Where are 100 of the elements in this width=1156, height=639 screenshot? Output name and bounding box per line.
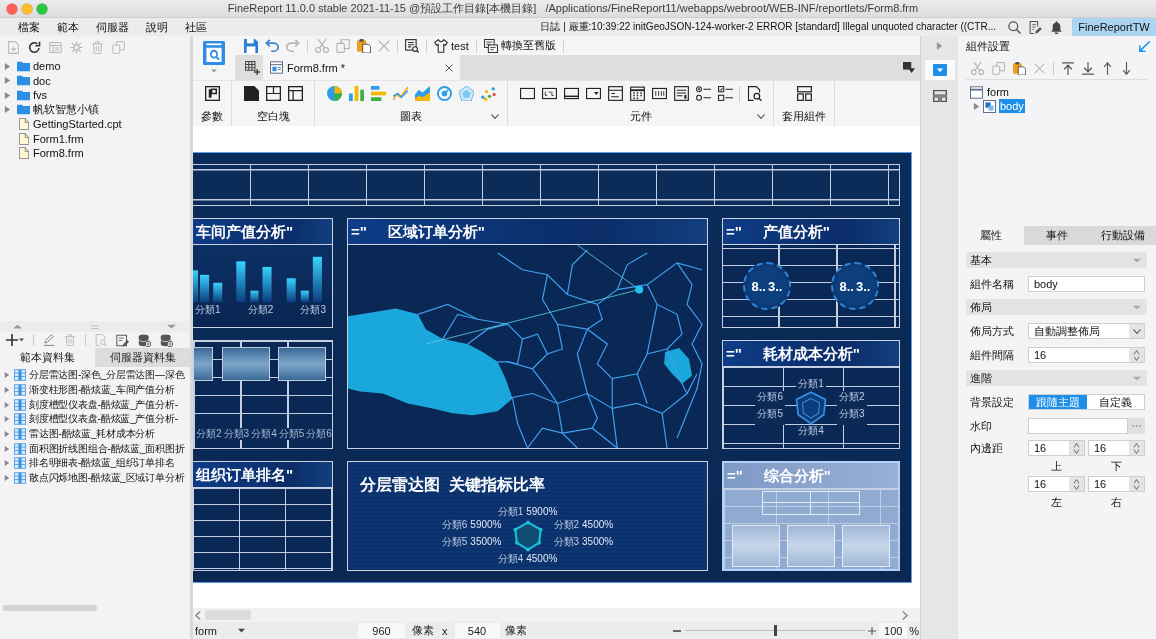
dataset-item[interactable]: 渐变柱形图-酷炫蓝_车间产值分析 (29, 383, 175, 398)
spinner-icon[interactable] (1073, 478, 1080, 490)
area-chart-icon[interactable] (414, 86, 430, 101)
calendar-icon[interactable] (629, 86, 645, 101)
caret-icon[interactable] (4, 416, 10, 423)
move-down-icon[interactable] (1121, 61, 1132, 75)
slider-thumb[interactable] (773, 625, 777, 636)
line-chart-icon[interactable] (392, 86, 408, 101)
delete-icon[interactable] (1034, 62, 1045, 74)
widget-panel[interactable]: 分层雷达图 关键指标比率 分類1 5900% 分類6 5900% 分類2 4500% 分類5 3500% 分類3 3500% 分類4 4500% (347, 461, 708, 571)
more-button[interactable] (1128, 418, 1145, 434)
tree-item[interactable]: form (986, 85, 1010, 99)
caret-icon[interactable] (4, 460, 10, 467)
notes-icon[interactable] (1029, 20, 1042, 34)
caret-icon[interactable] (4, 372, 10, 379)
grid-plus-icon[interactable] (245, 60, 260, 75)
caret-icon[interactable] (4, 106, 11, 114)
caret-icon[interactable] (491, 113, 499, 119)
close-button[interactable] (6, 2, 18, 15)
zoom-in-icon[interactable] (868, 626, 877, 635)
date-field-icon[interactable] (607, 86, 623, 101)
preview-icon[interactable] (746, 86, 762, 101)
tree-item[interactable]: doc (33, 74, 51, 87)
tab[interactable]: 行動設備 (1090, 226, 1156, 245)
pie-chart-icon[interactable] (326, 86, 342, 101)
side-tab[interactable] (924, 60, 955, 80)
dataset-item[interactable]: 面积图折线图组合-酷炫蓝_面积图折 (29, 441, 185, 456)
database-icon[interactable] (138, 333, 151, 347)
width-field[interactable]: 960 (358, 623, 405, 638)
dataset-item[interactable]: 排名明细表-酷炫蓝_组织订单排名 (29, 456, 175, 471)
spinner-icon[interactable] (1133, 442, 1140, 454)
layout-template-icon[interactable] (796, 86, 812, 101)
number-field-icon[interactable] (651, 86, 667, 101)
radar-chart-icon[interactable] (458, 86, 474, 101)
dataset-item[interactable]: 雷达图-酷炫蓝_耗材成本分析 (29, 427, 156, 442)
trash-icon[interactable] (64, 334, 76, 346)
search-icon[interactable] (1008, 20, 1021, 34)
zoom-out-icon[interactable] (673, 629, 682, 632)
caret-icon[interactable] (973, 102, 980, 110)
radio-list-icon[interactable] (695, 86, 711, 101)
height-field[interactable]: 540 (454, 623, 500, 638)
widget-panel[interactable]: =" 产值分析" 8..3.. 8..3.. (722, 218, 900, 328)
menu-item[interactable]: 社區 (185, 19, 207, 35)
tab[interactable]: 伺服器資料集 (95, 348, 190, 367)
caret-icon[interactable] (4, 401, 10, 408)
grip-icon[interactable] (90, 324, 99, 329)
number-field[interactable]: 16 (1088, 476, 1145, 492)
trash-icon[interactable] (91, 41, 104, 54)
document-tab[interactable]: Form8.frm * (263, 55, 460, 80)
caret-icon[interactable] (4, 445, 10, 452)
widget-panel[interactable]: =" 耗材成本分析" 分類1 分類6 分類2 分類5 分類3 分類4 (722, 340, 900, 449)
dropdown-icon[interactable] (903, 62, 915, 73)
caret-icon[interactable] (757, 113, 765, 119)
move-top-icon[interactable] (1062, 61, 1074, 75)
scroll-left-icon[interactable] (195, 610, 201, 620)
refresh-icon[interactable] (28, 41, 41, 54)
dataset-item[interactable]: 分层雷达图-深色_分层雷达图—深色 (29, 368, 185, 383)
block-icon[interactable] (243, 86, 259, 101)
widget-panel[interactable]: 组织订单排名" (193, 461, 333, 571)
zoom-field[interactable]: 100 (879, 623, 908, 638)
caret-icon[interactable] (4, 387, 10, 394)
menu-item[interactable]: 範本 (57, 19, 79, 35)
component-dropdown[interactable]: form (193, 624, 245, 637)
widget-panel[interactable]: 分類2 分類3 分類4 分類5 分類6 (193, 340, 333, 449)
preview-icon[interactable] (405, 38, 419, 53)
menu-item[interactable]: 說明 (146, 19, 168, 35)
caret-icon[interactable] (4, 62, 11, 70)
scrollbar-thumb[interactable] (3, 605, 97, 611)
delete-icon[interactable] (378, 39, 390, 52)
bell-icon[interactable] (1050, 20, 1063, 34)
tree-item[interactable]: demo (33, 60, 61, 73)
scroll-right-icon[interactable] (902, 610, 908, 620)
split-layout-icon[interactable] (265, 86, 281, 101)
move-bottom-icon[interactable] (1082, 61, 1094, 75)
scatter-icon[interactable] (480, 86, 496, 101)
number-field[interactable]: 16 (1028, 347, 1145, 363)
tree-item[interactable]: fvs (33, 89, 48, 102)
close-icon[interactable] (445, 63, 453, 72)
frame-layout-icon[interactable] (287, 86, 303, 101)
input-field[interactable] (1028, 418, 1128, 434)
dataset-item[interactable]: 刻度槽型仪表盘-酷炫蓝_产值分析- (29, 412, 178, 427)
dropdown[interactable]: 自動調整佈局 (1028, 323, 1145, 339)
paste-icon[interactable] (1013, 61, 1026, 75)
tree-item[interactable]: GettingStarted.cpt (33, 118, 122, 131)
cut-icon[interactable] (971, 61, 984, 75)
tree-item[interactable]: Form1.frm (33, 132, 84, 145)
tree-item[interactable]: Form8.frm (33, 147, 84, 160)
gauge-icon[interactable] (436, 86, 452, 101)
widget-panel[interactable]: 车间产值分析" 分類1 分類2 分類3 (193, 218, 333, 328)
arrow-icon[interactable] (1139, 41, 1150, 52)
menu-item[interactable]: 伺服器 (96, 19, 129, 35)
gear-icon[interactable] (70, 41, 83, 54)
tree-item[interactable]: 帆软智慧小镇 (33, 102, 99, 118)
expand-icon[interactable] (936, 42, 943, 50)
caret-icon[interactable] (4, 431, 10, 438)
copy-icon[interactable] (992, 61, 1005, 75)
pencil-icon[interactable] (43, 334, 55, 346)
caret-icon[interactable] (4, 91, 11, 99)
tab[interactable]: 事件 (1024, 226, 1090, 245)
horizontal-bar-icon[interactable] (370, 86, 386, 101)
